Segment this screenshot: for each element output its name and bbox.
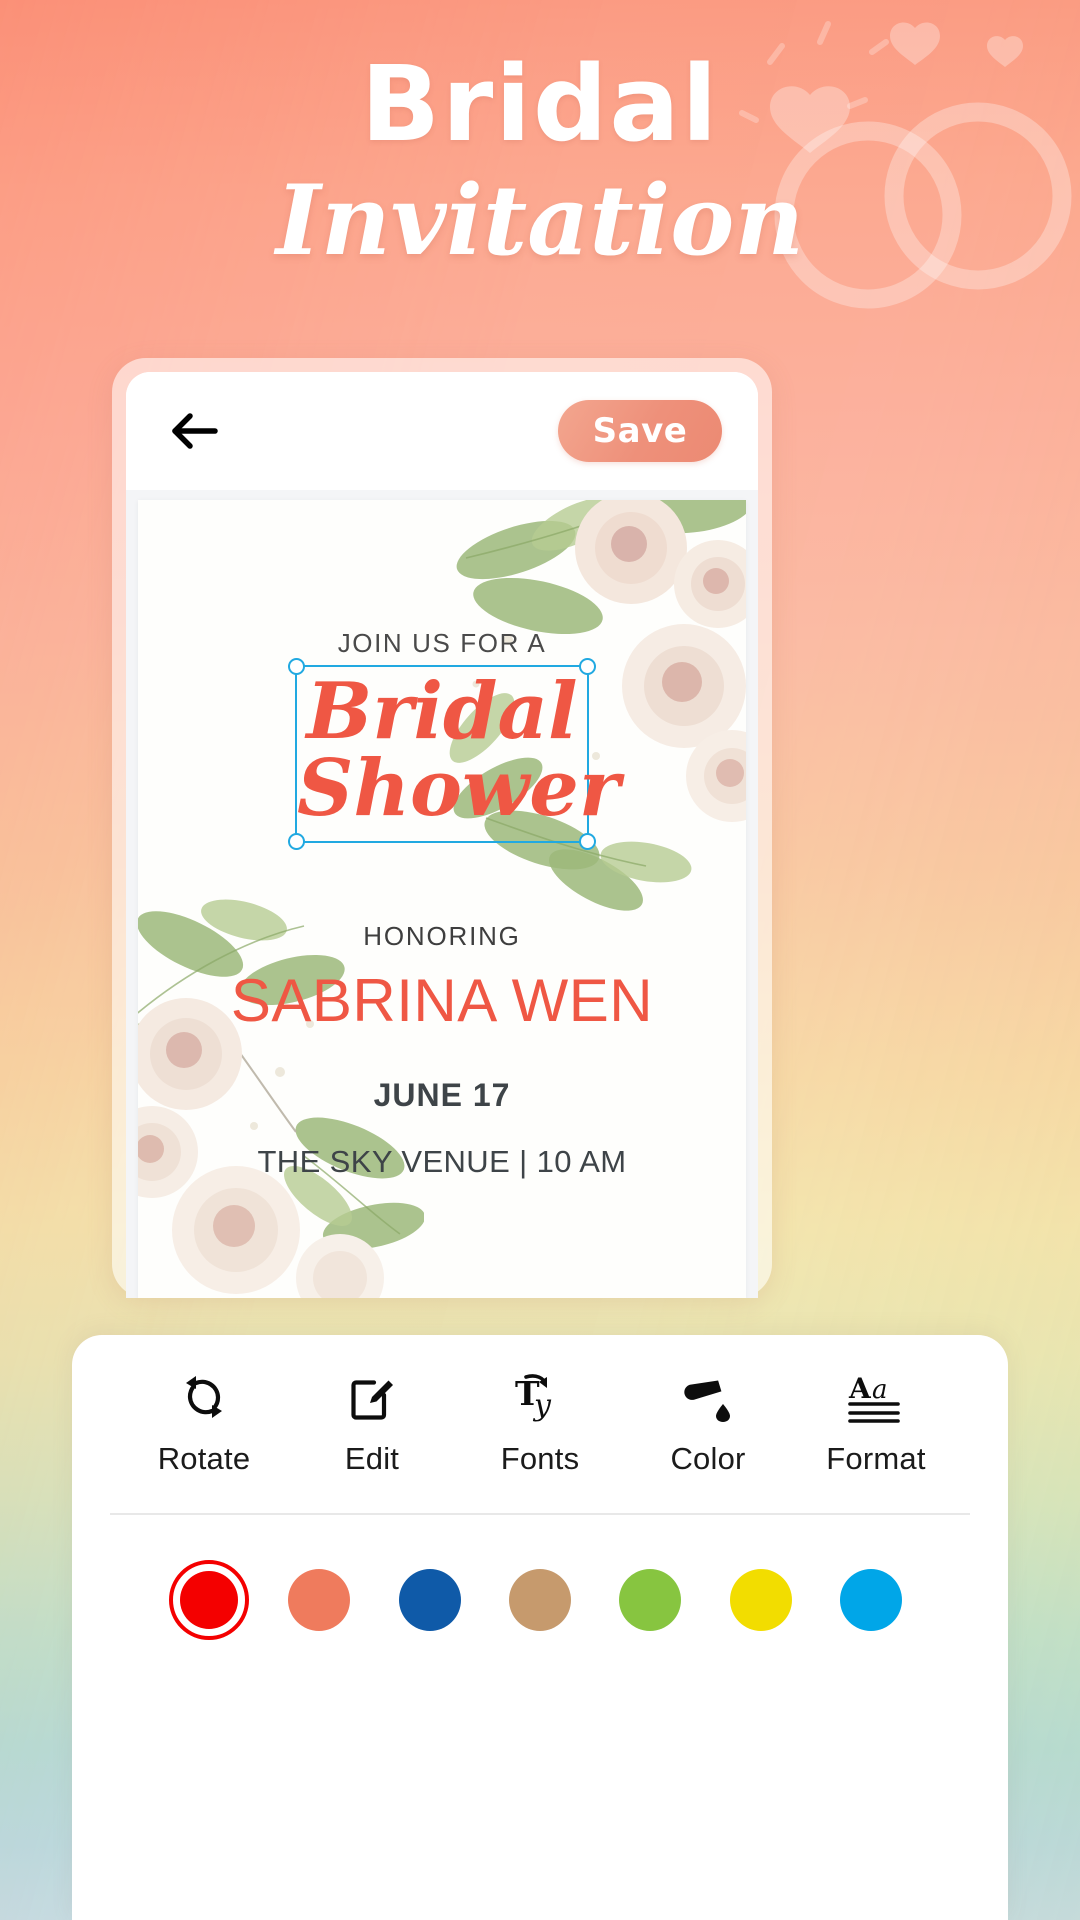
svg-text:a: a: [872, 1375, 888, 1405]
svg-text:y: y: [532, 1388, 552, 1423]
tool-format[interactable]: A a Format: [806, 1369, 946, 1477]
invitation-card[interactable]: JOIN US FOR A Bridal Shower HONORING SAB…: [138, 500, 746, 1298]
color-swatch[interactable]: [609, 1559, 691, 1641]
color-swatch-row: [72, 1515, 1008, 1641]
text-selection-box[interactable]: Bridal Shower: [288, 658, 620, 850]
format-aa-icon: A a: [848, 1369, 904, 1425]
tool-color-label: Color: [670, 1441, 746, 1476]
swatch-color: [288, 1569, 351, 1631]
swatch-color: [398, 1569, 461, 1631]
swatch-color: [619, 1569, 682, 1631]
join-us-text: JOIN US FOR A: [337, 628, 547, 658]
rotate-icon: [178, 1369, 230, 1425]
save-button[interactable]: Save: [558, 400, 722, 462]
tool-fonts-label: Fonts: [500, 1441, 580, 1476]
fonts-ty-icon: T y: [514, 1369, 566, 1425]
color-swatch[interactable]: [278, 1559, 360, 1641]
color-swatch[interactable]: [499, 1559, 581, 1641]
phone-screen: Save JOIN US FOR A Bridal Shower HONORIN…: [126, 372, 758, 1298]
resize-handle-top-left[interactable]: [288, 658, 305, 675]
paint-bucket-icon: [682, 1369, 734, 1425]
script-text-line-2: Shower: [297, 742, 620, 834]
swatch-color: [508, 1569, 571, 1631]
page-title: Bridal: [360, 43, 720, 165]
page-title-block: Bridal Invitation: [0, 0, 1080, 274]
color-swatch[interactable]: [389, 1559, 471, 1641]
tool-color[interactable]: Color: [638, 1369, 778, 1477]
color-swatch[interactable]: [720, 1559, 802, 1641]
page-subtitle: Invitation: [275, 164, 805, 277]
honoring-label: HONORING: [363, 920, 521, 951]
tool-edit[interactable]: Edit: [302, 1369, 442, 1477]
invitation-content: JOIN US FOR A Bridal Shower HONORING SAB…: [138, 500, 746, 1180]
tool-row: Rotate Edit T y Fonts Color A a Format: [72, 1369, 1008, 1477]
event-date: JUNE 17: [373, 1076, 511, 1113]
swatch-selection-ring: [169, 1560, 249, 1640]
tool-rotate-label: Rotate: [157, 1441, 251, 1476]
app-bar: Save: [126, 372, 758, 490]
tool-fonts[interactable]: T y Fonts: [470, 1369, 610, 1477]
honoree-name: SABRINA WEN: [230, 966, 654, 1034]
editor-panel: Rotate Edit T y Fonts Color A a Format: [72, 1335, 1008, 1920]
tool-edit-label: Edit: [344, 1441, 400, 1476]
tool-format-label: Format: [826, 1441, 926, 1476]
resize-handle-bottom-left[interactable]: [288, 832, 305, 850]
back-button[interactable]: [166, 402, 224, 460]
canvas-area[interactable]: JOIN US FOR A Bridal Shower HONORING SAB…: [126, 490, 758, 1298]
color-swatch[interactable]: [830, 1559, 912, 1641]
swatch-color: [839, 1569, 902, 1631]
svg-text:A: A: [848, 1372, 872, 1405]
resize-handle-top-right[interactable]: [579, 658, 596, 675]
event-venue: THE SKY VENUE | 10 AM: [257, 1143, 627, 1179]
resize-handle-bottom-right[interactable]: [579, 832, 596, 850]
edit-pencil-icon: [346, 1369, 398, 1425]
script-text-line-1: Bridal: [306, 666, 578, 757]
swatch-color: [729, 1569, 792, 1631]
color-swatch-selected[interactable]: [168, 1559, 250, 1641]
tool-rotate[interactable]: Rotate: [134, 1369, 274, 1477]
phone-mockup: Save JOIN US FOR A Bridal Shower HONORIN…: [112, 358, 772, 1298]
arrow-left-icon: [172, 413, 218, 449]
